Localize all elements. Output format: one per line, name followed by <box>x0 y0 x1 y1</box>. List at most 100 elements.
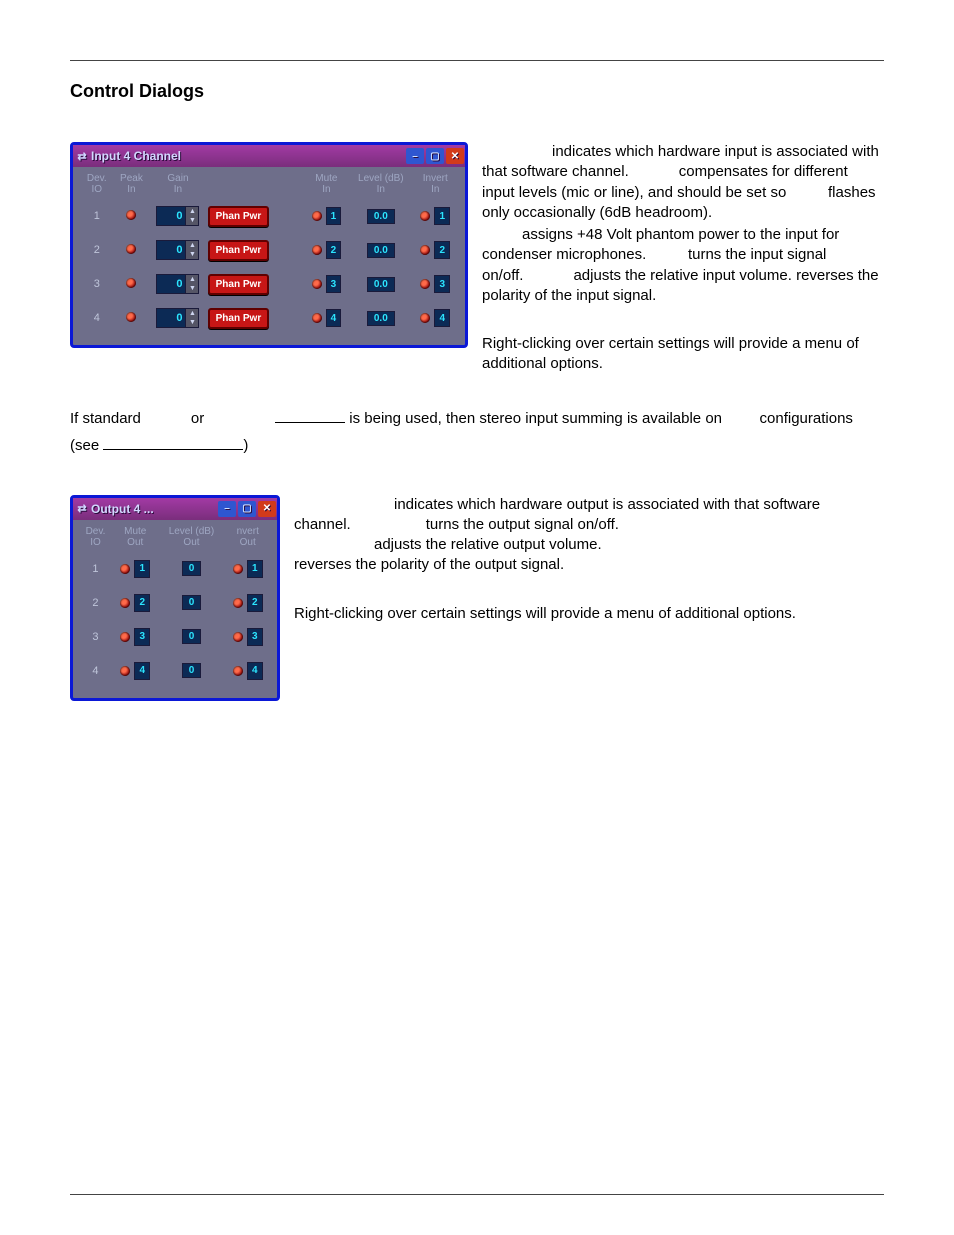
dev-io-label: 1 <box>79 210 115 222</box>
blank-field <box>103 435 243 450</box>
stereo-summing-note: If standard or is being used, then stere… <box>70 405 884 459</box>
invert-led-icon <box>420 313 430 323</box>
invert-toggle[interactable]: 3 <box>434 275 450 293</box>
col-header-invert: nvertOut <box>224 526 271 548</box>
col-header-level: Level (dB)Out <box>159 526 225 548</box>
mute-toggle[interactable]: 2 <box>326 241 342 259</box>
level-field[interactable]: 0 <box>182 663 202 678</box>
invert-toggle[interactable]: 2 <box>247 594 263 612</box>
spin-up-icon[interactable]: ▲ <box>185 207 198 216</box>
level-field[interactable]: 0 <box>182 561 202 576</box>
col-header-invert: InvertIn <box>412 173 460 195</box>
invert-toggle[interactable]: 3 <box>247 628 263 646</box>
spin-down-icon[interactable]: ▼ <box>185 250 198 259</box>
phantom-power-button[interactable]: Phan Pwr <box>208 206 270 227</box>
col-header-dev: Dev.IO <box>79 173 115 195</box>
close-button[interactable]: ✕ <box>258 501 276 517</box>
input-row: 1 0▲▼ Phan Pwr 1 0.0 1 <box>79 199 459 233</box>
minimize-button[interactable]: – <box>218 501 236 517</box>
dev-io-label: 2 <box>79 597 112 609</box>
input-row: 4 0▲▼ Phan Pwr 4 0.0 4 <box>79 301 459 335</box>
mute-led-icon <box>312 245 322 255</box>
output-dialog-titlebar[interactable]: ⇄ Output 4 ... – ▢ ✕ <box>73 498 277 520</box>
spin-down-icon[interactable]: ▼ <box>185 318 198 327</box>
mute-toggle[interactable]: 1 <box>134 560 150 578</box>
invert-toggle[interactable]: 4 <box>247 662 263 680</box>
col-header-level: Level (dB)In <box>350 173 411 195</box>
spin-up-icon[interactable]: ▲ <box>185 275 198 284</box>
col-header-dev: Dev.IO <box>79 526 112 548</box>
swap-icon: ⇄ <box>73 150 91 163</box>
level-field[interactable]: 0.0 <box>367 243 395 258</box>
output-dialog-window: ⇄ Output 4 ... – ▢ ✕ Dev.IO MuteOut Leve… <box>70 495 280 701</box>
mute-toggle[interactable]: 2 <box>134 594 150 612</box>
input-row: 3 0▲▼ Phan Pwr 3 0.0 3 <box>79 267 459 301</box>
maximize-button[interactable]: ▢ <box>238 501 256 517</box>
dev-io-label: 2 <box>79 244 115 256</box>
level-field[interactable]: 0 <box>182 595 202 610</box>
mute-toggle[interactable]: 4 <box>326 309 342 327</box>
dev-io-label: 4 <box>79 312 115 324</box>
output-row: 1 1 0 1 <box>79 552 271 586</box>
invert-led-icon <box>233 564 243 574</box>
mute-toggle[interactable]: 1 <box>326 207 342 225</box>
mute-led-icon <box>312 279 322 289</box>
mute-led-icon <box>120 598 130 608</box>
output-description-text: indicates which hardware output is assoc… <box>294 495 884 624</box>
invert-toggle[interactable]: 1 <box>434 207 450 225</box>
section-heading: Control Dialogs <box>70 81 884 102</box>
invert-led-icon <box>233 632 243 642</box>
level-field[interactable]: 0 <box>182 629 202 644</box>
swap-icon: ⇄ <box>73 502 91 515</box>
level-field[interactable]: 0.0 <box>367 277 395 292</box>
phantom-power-button[interactable]: Phan Pwr <box>208 274 270 295</box>
mute-led-icon <box>120 564 130 574</box>
input-dialog-title: Input 4 Channel <box>91 149 405 163</box>
gain-spinner[interactable]: 0▲▼ <box>156 206 199 226</box>
gain-spinner[interactable]: 0▲▼ <box>156 240 199 260</box>
blank-field <box>275 408 345 423</box>
input-dialog-titlebar[interactable]: ⇄ Input 4 Channel – ▢ ✕ <box>73 145 465 167</box>
minimize-button[interactable]: – <box>406 148 424 164</box>
invert-toggle[interactable]: 1 <box>247 560 263 578</box>
mute-led-icon <box>312 211 322 221</box>
input-dialog-window: ⇄ Input 4 Channel – ▢ ✕ Dev.IO PeakIn Ga… <box>70 142 468 348</box>
spin-up-icon[interactable]: ▲ <box>185 309 198 318</box>
invert-led-icon <box>420 245 430 255</box>
dev-io-label: 3 <box>79 278 115 290</box>
level-field[interactable]: 0.0 <box>367 209 395 224</box>
spin-down-icon[interactable]: ▼ <box>185 284 198 293</box>
col-header-mute: MuteOut <box>112 526 159 548</box>
col-header-peak: PeakIn <box>115 173 149 195</box>
peak-led-icon <box>126 210 136 220</box>
mute-toggle[interactable]: 3 <box>134 628 150 646</box>
mute-led-icon <box>312 313 322 323</box>
invert-led-icon <box>420 211 430 221</box>
mute-led-icon <box>120 666 130 676</box>
dev-io-label: 4 <box>79 665 112 677</box>
mute-led-icon <box>120 632 130 642</box>
invert-led-icon <box>420 279 430 289</box>
invert-toggle[interactable]: 4 <box>434 309 450 327</box>
col-header-phan <box>208 173 293 195</box>
spin-down-icon[interactable]: ▼ <box>185 216 198 225</box>
close-button[interactable]: ✕ <box>446 148 464 164</box>
level-field[interactable]: 0.0 <box>367 311 395 326</box>
phantom-power-button[interactable]: Phan Pwr <box>208 240 270 261</box>
input-row: 2 0▲▼ Phan Pwr 2 0.0 2 <box>79 233 459 267</box>
dev-io-label: 1 <box>79 563 112 575</box>
output-row: 2 2 0 2 <box>79 586 271 620</box>
gain-spinner[interactable]: 0▲▼ <box>156 274 199 294</box>
phantom-power-button[interactable]: Phan Pwr <box>208 308 270 329</box>
invert-toggle[interactable]: 2 <box>434 241 450 259</box>
invert-led-icon <box>233 598 243 608</box>
col-header-mute: MuteIn <box>303 173 351 195</box>
mute-toggle[interactable]: 3 <box>326 275 342 293</box>
mute-toggle[interactable]: 4 <box>134 662 150 680</box>
maximize-button[interactable]: ▢ <box>426 148 444 164</box>
output-row: 4 4 0 4 <box>79 654 271 688</box>
peak-led-icon <box>126 244 136 254</box>
output-row: 3303 <box>79 620 271 654</box>
gain-spinner[interactable]: 0▲▼ <box>156 308 199 328</box>
spin-up-icon[interactable]: ▲ <box>185 241 198 250</box>
